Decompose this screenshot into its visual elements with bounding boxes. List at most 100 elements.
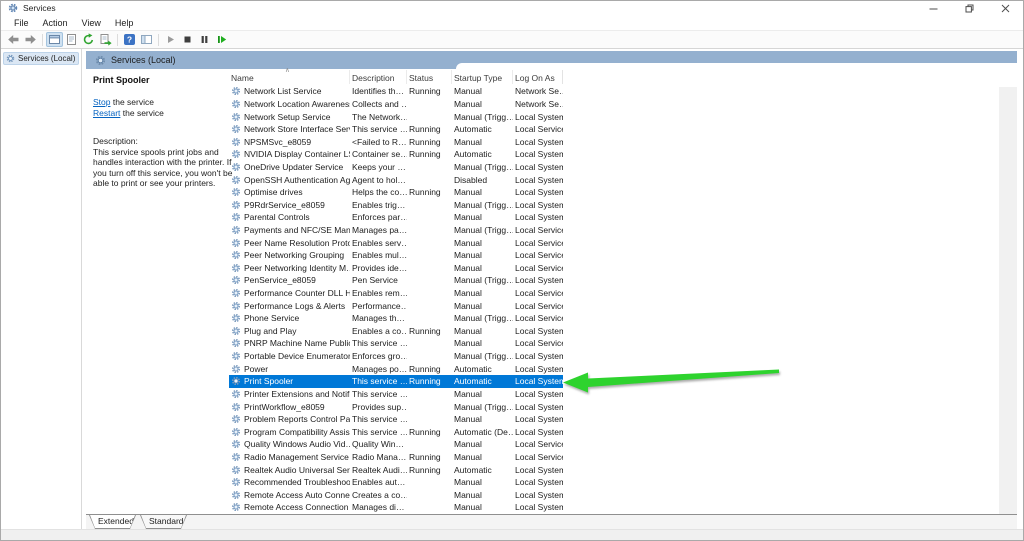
column-header-status[interactable]: Status: [407, 70, 452, 84]
menu-action[interactable]: Action: [36, 18, 75, 28]
table-row[interactable]: Peer Networking GroupingEnables mul…Manu…: [229, 249, 563, 262]
restart-service-link[interactable]: Restart: [93, 108, 120, 118]
properties-icon[interactable]: [63, 32, 80, 47]
cell-description: This service …: [350, 338, 407, 348]
stop-service-link[interactable]: Stop: [93, 97, 111, 107]
tab-standard[interactable]: Standard: [140, 515, 187, 529]
cell-description: This service …: [350, 376, 407, 386]
service-icon: [231, 414, 241, 424]
table-row[interactable]: NPSMSvc_e8059<Failed to R…RunningManualL…: [229, 135, 563, 148]
table-row[interactable]: PenService_e8059Pen ServiceManual (Trigg…: [229, 274, 563, 287]
table-row[interactable]: Recommended Troubleshoo…Enables aut…Manu…: [229, 476, 563, 489]
table-row[interactable]: Payments and NFC/SE Mana…Manages pa…Manu…: [229, 224, 563, 237]
service-icon: [231, 452, 241, 462]
cell-startup-type: Manual: [452, 212, 513, 222]
table-row[interactable]: Radio Management ServiceRadio Mana…Runni…: [229, 451, 563, 464]
cell-status: Running: [407, 149, 452, 159]
table-row[interactable]: Problem Reports Control Pa…This service …: [229, 413, 563, 426]
help-icon[interactable]: ?: [121, 32, 138, 47]
restart-service-suffix: the service: [120, 108, 163, 118]
table-row[interactable]: Portable Device Enumerator …Enforces gro…: [229, 350, 563, 363]
table-row[interactable]: Optimise drivesHelps the co…RunningManua…: [229, 186, 563, 199]
cell-startup-type: Disabled: [452, 175, 513, 185]
table-row[interactable]: Performance Counter DLL H…Enables rem…Ma…: [229, 287, 563, 300]
export-list-icon[interactable]: [97, 32, 114, 47]
column-header-log-on-as[interactable]: Log On As: [513, 70, 563, 84]
table-row[interactable]: Program Compatibility Assis…This service…: [229, 425, 563, 438]
restart-service-icon[interactable]: [213, 32, 230, 47]
show-hide-tree-icon[interactable]: [138, 32, 155, 47]
cell-startup-type: Manual: [452, 238, 513, 248]
cell-startup-type: Automatic: [452, 124, 513, 134]
service-icon: [231, 162, 241, 172]
table-row[interactable]: P9RdrService_e8059Enables trig…Manual (T…: [229, 198, 563, 211]
forward-icon[interactable]: [22, 32, 39, 47]
cell-description: Agent to hol…: [350, 175, 407, 185]
table-row[interactable]: Performance Logs & AlertsPerformance…Man…: [229, 299, 563, 312]
cell-startup-type: Manual (Trigg…: [452, 112, 513, 122]
service-icon: [231, 187, 241, 197]
table-row[interactable]: Remote Access Connection …Manages di…Man…: [229, 501, 563, 514]
restore-button[interactable]: [951, 1, 987, 15]
table-row[interactable]: OpenSSH Authentication Ag…Agent to hol…D…: [229, 173, 563, 186]
start-service-icon[interactable]: [162, 32, 179, 47]
minimize-button[interactable]: [915, 1, 951, 15]
menu-file[interactable]: File: [7, 18, 36, 28]
table-row[interactable]: Network Setup ServiceThe Network…Manual …: [229, 110, 563, 123]
table-row[interactable]: Plug and PlayEnables a co…RunningManualL…: [229, 325, 563, 338]
toolbar-separator: [158, 34, 159, 46]
menu-view[interactable]: View: [75, 18, 108, 28]
table-row[interactable]: NVIDIA Display Container LSContainer se……: [229, 148, 563, 161]
cell-description: Enforces gro…: [350, 351, 407, 361]
cell-description: Identifies th…: [350, 86, 407, 96]
tab-standard-label: Standard: [149, 516, 184, 526]
list-header: ∧ Name Description Status Startup Type L…: [229, 69, 563, 85]
cell-service-name: NPSMSvc_e8059: [244, 137, 311, 147]
cell-description: The Network…: [350, 112, 407, 122]
service-icon: [231, 275, 241, 285]
table-row[interactable]: Remote Access Auto Connec…Creates a co…M…: [229, 489, 563, 502]
table-row[interactable]: Network Location AwarenessCollects and ……: [229, 98, 563, 111]
menu-help[interactable]: Help: [108, 18, 141, 28]
cell-log-on-as: Local System: [513, 465, 563, 475]
stop-service-icon[interactable]: [179, 32, 196, 47]
table-row[interactable]: Printer Extensions and Notifi…This servi…: [229, 388, 563, 401]
cell-startup-type: Manual: [452, 502, 513, 512]
restart-service-line: Restart the service: [93, 108, 164, 118]
table-row[interactable]: Parental ControlsEnforces par…ManualLoca…: [229, 211, 563, 224]
service-icon: [231, 200, 241, 210]
refresh-icon[interactable]: [80, 32, 97, 47]
table-row-selected[interactable]: Print SpoolerThis service …RunningAutoma…: [229, 375, 563, 388]
column-header-description[interactable]: Description: [350, 70, 407, 84]
close-button[interactable]: [987, 1, 1023, 15]
table-row[interactable]: PrintWorkflow_e8059Provides sup…Manual (…: [229, 400, 563, 413]
cell-log-on-as: Local System: [513, 414, 563, 424]
table-row[interactable]: Network List ServiceIdentifies th…Runnin…: [229, 85, 563, 98]
service-icon: [231, 99, 241, 109]
table-row[interactable]: Peer Networking Identity M…Provides ide……: [229, 262, 563, 275]
table-row[interactable]: Realtek Audio Universal Serv…Realtek Aud…: [229, 463, 563, 476]
console-window-icon[interactable]: [46, 32, 63, 47]
service-icon: [231, 439, 241, 449]
table-row[interactable]: PNRP Machine Name Public…This service …M…: [229, 337, 563, 350]
column-header-startup-type[interactable]: Startup Type: [452, 70, 513, 84]
tab-extended[interactable]: Extended: [89, 515, 136, 529]
cell-service-name: Problem Reports Control Pa…: [244, 414, 350, 424]
back-icon[interactable]: [5, 32, 22, 47]
cell-description: Enables trig…: [350, 200, 407, 210]
table-row[interactable]: Quality Windows Audio Vid…Quality Win…Ma…: [229, 438, 563, 451]
table-row[interactable]: PowerManages po…RunningAutomaticLocal Sy…: [229, 362, 563, 375]
table-row[interactable]: Network Store Interface Serv…This servic…: [229, 123, 563, 136]
cell-log-on-as: Network Se…: [513, 99, 563, 109]
services-list: ∧ Name Description Status Startup Type L…: [229, 69, 563, 514]
table-row[interactable]: OneDrive Updater ServiceKeeps your …Manu…: [229, 161, 563, 174]
services-gear-icon: [6, 54, 15, 63]
table-row[interactable]: Peer Name Resolution Proto…Enables serv……: [229, 236, 563, 249]
pause-service-icon[interactable]: [196, 32, 213, 47]
cell-startup-type: Manual (Trigg…: [452, 200, 513, 210]
cell-service-name: Printer Extensions and Notifi…: [244, 389, 350, 399]
services-app-icon: [8, 3, 18, 13]
table-row[interactable]: Phone ServiceManages th…Manual (Trigg…Lo…: [229, 312, 563, 325]
cell-log-on-as: Local System: [513, 326, 563, 336]
tree-item-services-local[interactable]: Services (Local): [3, 52, 79, 65]
